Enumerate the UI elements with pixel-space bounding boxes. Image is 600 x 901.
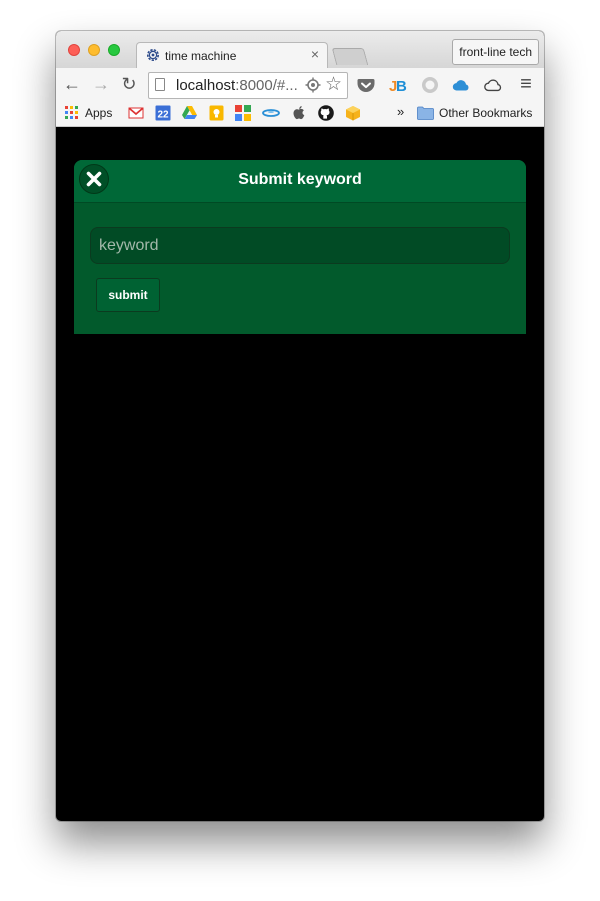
star-icon[interactable]: ☆ (325, 75, 342, 95)
apps-grid-icon[interactable] (65, 105, 79, 121)
gear-icon (147, 49, 159, 61)
tab-time-machine[interactable]: time machine × (136, 42, 328, 70)
keep-icon[interactable] (209, 105, 224, 121)
submit-button[interactable]: submit (96, 278, 160, 312)
submit-keyword-dialog: Submit keyword submit (74, 160, 526, 334)
url-path: :8000/#... (235, 77, 298, 94)
zoom-window-button[interactable] (108, 44, 120, 56)
cloud-outline-icon[interactable] (483, 75, 503, 95)
back-button[interactable]: ← (62, 74, 82, 94)
url-host: localhost (176, 77, 236, 94)
dialog-title: Submit keyword (238, 171, 362, 188)
profile-button[interactable]: front-line tech (452, 39, 539, 65)
browser-window: time machine × front-line tech ← → ↻ loc… (56, 31, 544, 821)
svg-text:B: B (396, 78, 407, 95)
reload-button[interactable]: ↻ (119, 74, 139, 94)
close-window-button[interactable] (68, 44, 80, 56)
tab-close-icon[interactable]: × (311, 46, 319, 62)
bookmark-apps[interactable]: Apps (85, 106, 112, 120)
jetbrains-icon[interactable]: J B (388, 75, 408, 95)
disc-icon[interactable] (262, 105, 280, 121)
gmail-icon[interactable] (128, 105, 144, 121)
box-icon[interactable] (345, 105, 361, 121)
pocket-icon[interactable] (356, 75, 376, 95)
drive-icon[interactable] (181, 105, 198, 121)
menu-icon[interactable]: ≡ (516, 74, 536, 94)
page-icon (155, 78, 165, 91)
keyword-input[interactable] (90, 227, 510, 264)
apple-icon[interactable] (292, 105, 306, 121)
calendar-icon[interactable]: 22 (155, 105, 171, 121)
browser-toolbar: ← → ↻ localhost:8000/#... ☆ J B ≡ (56, 68, 544, 101)
new-tab-button[interactable] (331, 48, 369, 65)
circle-extension-icon[interactable] (420, 75, 440, 95)
github-icon[interactable] (318, 105, 334, 121)
apps-grid-icon[interactable] (235, 105, 251, 121)
dialog-header: Submit keyword (74, 160, 526, 203)
tab-title: time machine (165, 49, 237, 63)
location-icon[interactable] (305, 77, 321, 93)
folder-icon (417, 106, 434, 120)
calendar-day: 22 (157, 110, 169, 121)
address-bar[interactable]: localhost:8000/#... ☆ (148, 72, 348, 99)
tab-strip: time machine × front-line tech (56, 31, 544, 70)
url-text: localhost:8000/#... (176, 77, 298, 94)
bookmark-other-bookmarks[interactable]: Other Bookmarks (439, 106, 532, 120)
bookmarks-overflow-button[interactable]: » (397, 104, 404, 119)
minimize-window-button[interactable] (88, 44, 100, 56)
forward-button[interactable]: → (91, 74, 111, 94)
bookmarks-bar: Apps 22 » Other Bookmarks (56, 101, 544, 127)
cloud-filled-icon[interactable] (451, 75, 471, 95)
